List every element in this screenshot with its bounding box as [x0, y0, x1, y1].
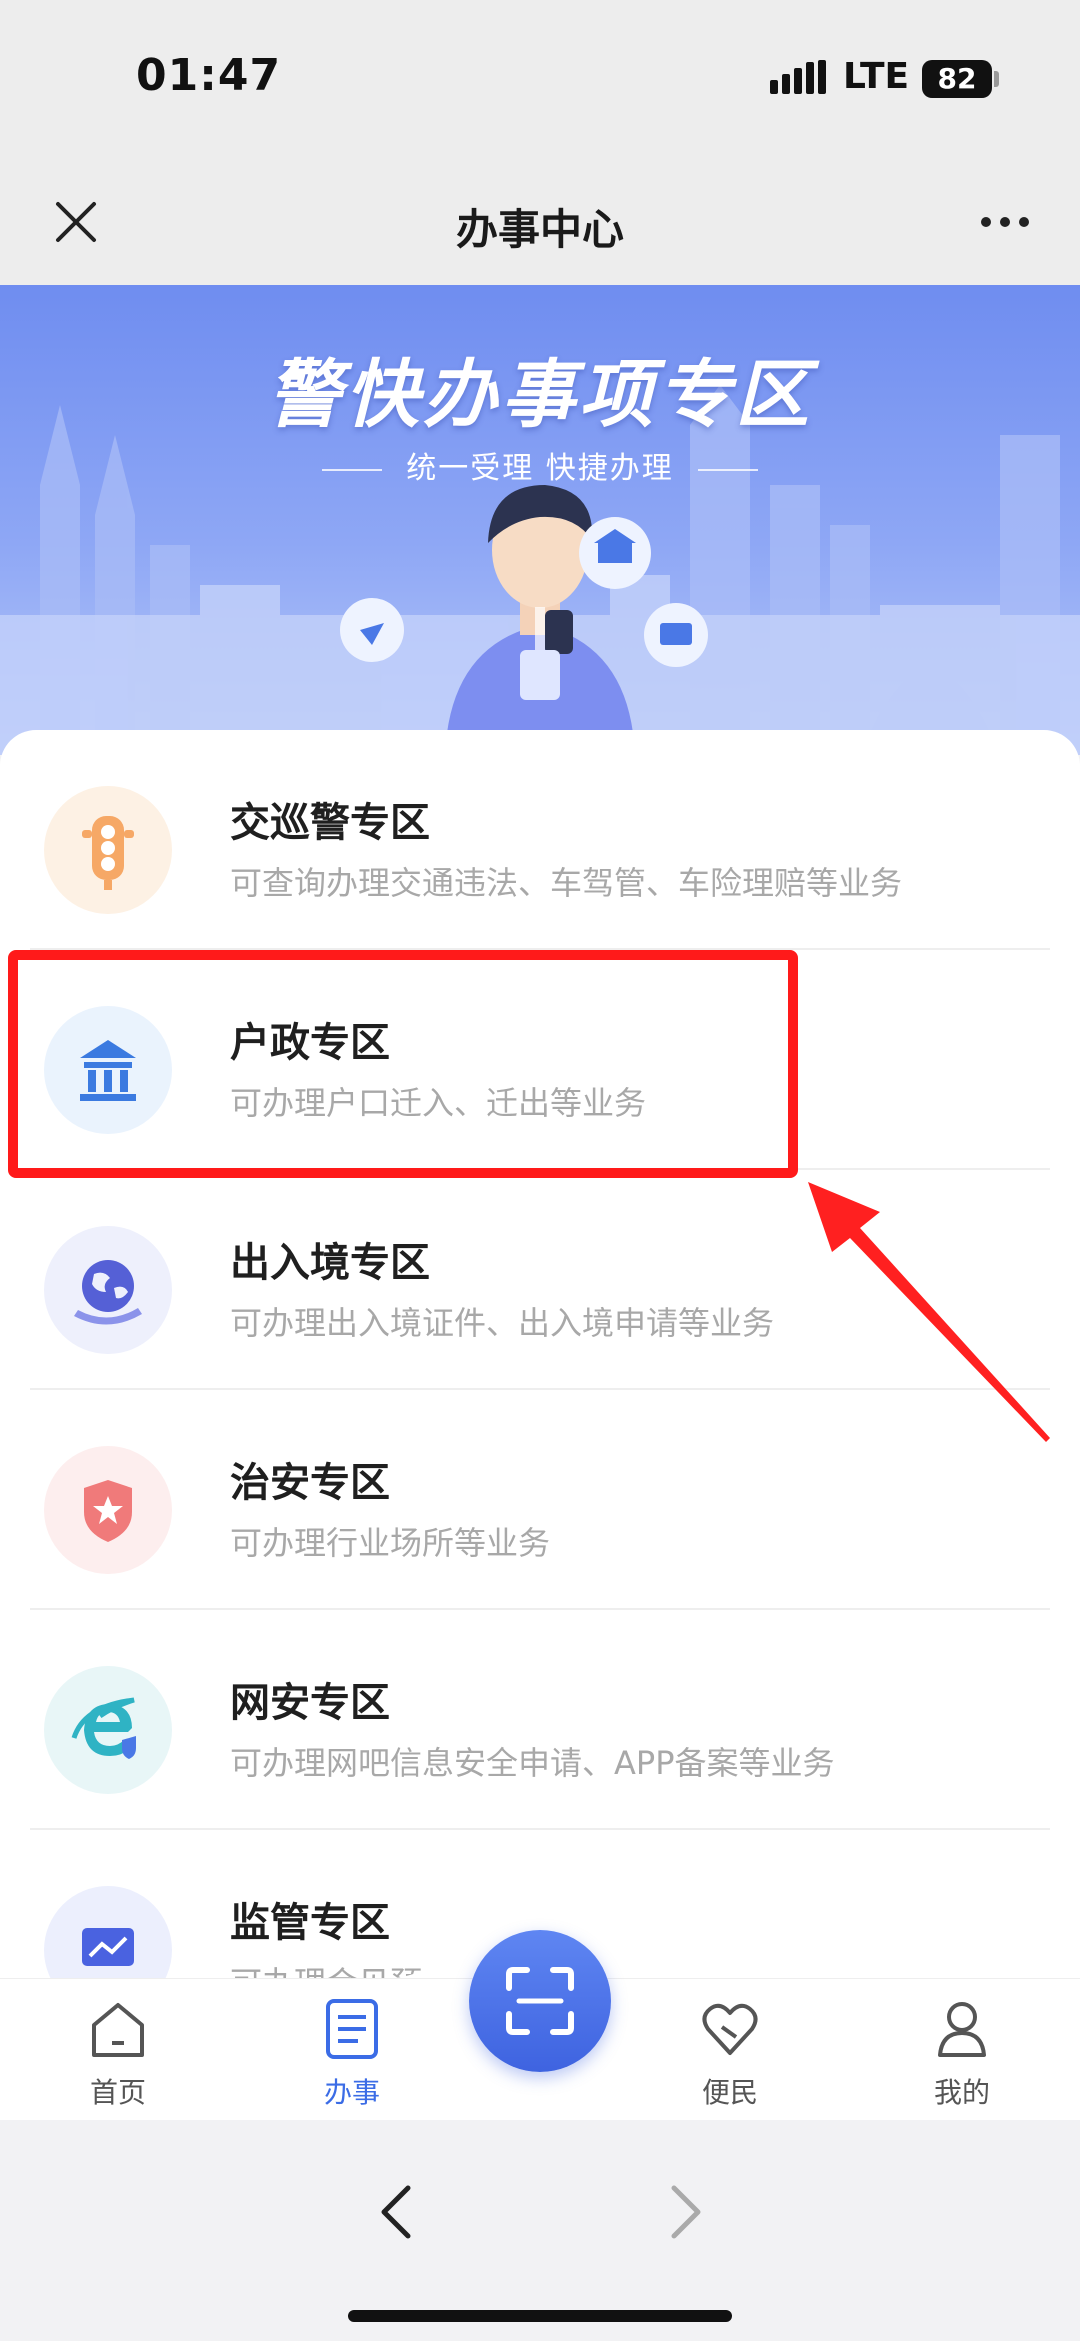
signal-icon — [770, 60, 826, 94]
item-desc: 可办理出入境证件、出入境申请等业务 — [230, 1304, 775, 1342]
battery-level: 82 — [937, 62, 977, 95]
tab-label: 我的 — [933, 2076, 990, 2109]
ie-shield-icon — [44, 1666, 172, 1794]
item-title: 网安专区 — [230, 1680, 390, 1726]
tab-label: 首页 — [89, 2076, 146, 2109]
item-desc: 可查询办理交通违法、车驾管、车险理赔等业务 — [230, 864, 903, 902]
status-time: 01:47 — [136, 50, 282, 101]
document-icon — [326, 1999, 378, 2059]
tab-label: 办事 — [323, 2076, 380, 2109]
status-bar: 01:47 LTE 82 — [0, 0, 1080, 160]
banner-title: 警快办事项专区 — [267, 352, 813, 438]
browser-toolbar — [0, 2120, 1080, 2341]
scan-button[interactable] — [469, 1930, 611, 2072]
heart-icon — [702, 2003, 758, 2055]
item-desc: 可办理网吧信息安全申请、APP备案等业务 — [230, 1744, 835, 1782]
forward-arrow-icon[interactable] — [660, 2184, 710, 2240]
highlight-annotation — [8, 950, 798, 1178]
more-icon[interactable] — [980, 212, 1030, 232]
list-item-exit-entry[interactable]: 出入境专区 可办理出入境证件、出入境申请等业务 — [0, 1170, 1080, 1390]
item-title: 交巡警专区 — [230, 800, 430, 846]
page-title: 办事中心 — [455, 205, 624, 254]
scan-icon — [506, 1967, 574, 2035]
tab-profile[interactable]: 我的 — [892, 1979, 1032, 2121]
item-desc: 可办理行业场所等业务 — [230, 1524, 551, 1562]
battery-tip — [994, 71, 999, 87]
battery-icon: 82 — [922, 60, 992, 98]
service-list: 交巡警专区 可查询办理交通违法、车驾管、车险理赔等业务 户政专区 可办理户口迁入… — [0, 730, 1080, 1980]
tab-convenience[interactable]: 便民 — [660, 1979, 800, 2121]
user-icon — [938, 2002, 986, 2057]
back-arrow-icon[interactable] — [372, 2184, 422, 2240]
list-item-traffic-police[interactable]: 交巡警专区 可查询办理交通违法、车驾管、车险理赔等业务 — [0, 730, 1080, 950]
list-item-public-security[interactable]: 治安专区 可办理行业场所等业务 — [0, 1390, 1080, 1610]
home-indicator — [348, 2310, 732, 2322]
globe-icon — [44, 1226, 172, 1354]
tab-services[interactable]: 办事 — [282, 1979, 422, 2121]
banner[interactable]: 警快办事项专区 统一受理 快捷办理 — [0, 285, 1080, 755]
nav-bar: 办事中心 — [0, 160, 1080, 285]
list-item-cyber-security[interactable]: 网安专区 可办理网吧信息安全申请、APP备案等业务 — [0, 1610, 1080, 1830]
item-title: 治安专区 — [230, 1460, 390, 1506]
home-icon — [92, 2003, 144, 2057]
item-title: 出入境专区 — [230, 1240, 430, 1286]
banner-subtitle: 统一受理 快捷办理 — [0, 443, 1080, 487]
traffic-light-icon — [44, 786, 172, 914]
tab-label: 便民 — [701, 2076, 758, 2109]
banner-subtitle-text: 统一受理 快捷办理 — [406, 451, 674, 486]
network-label: LTE — [843, 56, 910, 97]
shield-star-icon — [44, 1446, 172, 1574]
tab-home[interactable]: 首页 — [48, 1979, 188, 2121]
